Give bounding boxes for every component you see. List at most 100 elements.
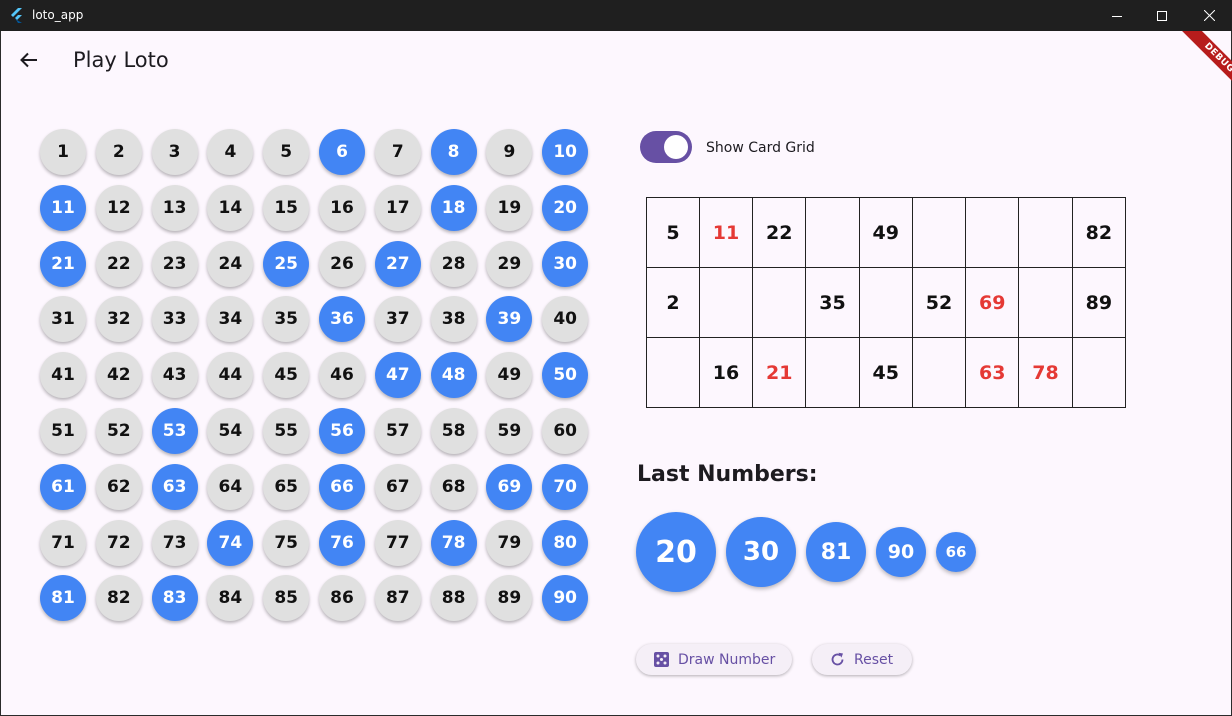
number-ball: 82 [95, 575, 142, 622]
card-cell: 22 [752, 197, 807, 268]
number-ball: 85 [263, 575, 310, 622]
close-icon [1203, 10, 1215, 21]
number-ball: 4 [207, 129, 254, 175]
show-card-grid-toggle[interactable] [640, 131, 692, 163]
reset-label: Reset [854, 651, 894, 668]
number-ball: 30 [542, 240, 589, 287]
number-ball: 12 [95, 184, 142, 231]
card-cell: 11 [698, 197, 754, 268]
toggle-knob [664, 135, 688, 159]
number-ball: 77 [374, 519, 421, 566]
loto-card-grid: 5 11 22 49 82 2 35 52 69 89 16 21 45 63 … [646, 197, 1127, 408]
number-ball: 29 [486, 240, 533, 287]
number-ball: 69 [486, 463, 533, 510]
card-cell [646, 337, 700, 408]
close-button[interactable] [1186, 0, 1232, 31]
number-ball: 86 [318, 575, 365, 622]
number-ball: 45 [263, 352, 310, 399]
toggle-label: Show Card Grid [706, 140, 815, 156]
number-ball: 84 [207, 575, 254, 622]
number-ball: 78 [430, 519, 477, 566]
last-number-ball: 30 [726, 517, 796, 587]
number-ball: 71 [40, 519, 86, 566]
number-ball: 79 [486, 519, 533, 566]
card-row: 5 11 22 49 82 [646, 197, 1127, 268]
number-ball: 35 [263, 296, 310, 343]
number-ball: 75 [263, 519, 310, 566]
number-ball: 53 [151, 407, 198, 454]
number-ball: 80 [542, 519, 589, 566]
card-cell [1018, 267, 1073, 338]
maximize-icon [1157, 10, 1167, 21]
number-ball: 27 [374, 240, 421, 287]
number-ball: 48 [430, 352, 477, 399]
number-ball: 8 [430, 129, 477, 175]
card-cell [965, 197, 1020, 268]
number-ball: 17 [374, 184, 421, 231]
back-button[interactable] [14, 45, 44, 75]
card-cell: 82 [1071, 197, 1127, 268]
card-cell [752, 267, 807, 338]
number-ball: 46 [318, 352, 365, 399]
debug-banner-label: DEBUG [1175, 31, 1232, 102]
card-cell [805, 197, 860, 268]
number-ball: 21 [40, 240, 86, 287]
last-numbers-heading: Last Numbers: [637, 462, 818, 487]
number-ball: 25 [263, 240, 310, 287]
card-cell [1018, 197, 1073, 268]
arrow-back-icon [20, 52, 37, 68]
number-ball: 54 [207, 407, 254, 454]
number-ball: 57 [374, 407, 421, 454]
number-ball: 14 [207, 184, 254, 231]
window-title-bar: loto_app [0, 0, 1232, 31]
number-ball: 60 [542, 407, 589, 454]
number-ball: 70 [542, 463, 589, 510]
number-ball: 43 [151, 352, 198, 399]
number-ball: 2 [95, 129, 142, 175]
number-ball: 83 [151, 575, 198, 622]
card-cell: 49 [858, 197, 913, 268]
refresh-icon [830, 652, 845, 667]
card-cell [858, 267, 913, 338]
number-ball: 58 [430, 407, 477, 454]
number-ball: 6 [318, 129, 365, 175]
minimize-button[interactable] [1094, 0, 1140, 31]
draw-number-button[interactable]: Draw Number [636, 644, 792, 675]
number-ball: 26 [318, 240, 365, 287]
number-ball: 19 [486, 184, 533, 231]
number-ball: 55 [263, 407, 310, 454]
card-cell [911, 337, 967, 408]
card-cell [1071, 337, 1127, 408]
number-ball: 20 [542, 184, 589, 231]
maximize-button[interactable] [1139, 0, 1185, 31]
card-cell: 63 [965, 337, 1020, 408]
card-cell: 45 [858, 337, 913, 408]
number-ball: 7 [374, 129, 421, 175]
minimize-icon [1112, 15, 1122, 17]
number-ball: 73 [151, 519, 198, 566]
number-ball: 64 [207, 463, 254, 510]
dice-icon [654, 652, 669, 667]
number-ball: 1 [40, 129, 86, 175]
number-ball: 68 [430, 463, 477, 510]
number-ball: 90 [542, 575, 589, 622]
number-ball: 37 [374, 296, 421, 343]
number-ball: 50 [542, 352, 589, 399]
last-number-ball: 90 [876, 527, 926, 577]
number-ball: 89 [486, 575, 533, 622]
number-ball: 62 [95, 463, 142, 510]
card-row: 2 35 52 69 89 [646, 267, 1127, 338]
card-cell: 89 [1071, 267, 1127, 338]
card-row: 16 21 45 63 78 [646, 337, 1127, 408]
number-ball: 38 [430, 296, 477, 343]
number-ball: 42 [95, 352, 142, 399]
number-ball: 16 [318, 184, 365, 231]
card-cell [805, 337, 860, 408]
card-cell [911, 197, 967, 268]
number-ball: 32 [95, 296, 142, 343]
number-ball: 61 [40, 463, 86, 510]
number-ball: 44 [207, 352, 254, 399]
draw-number-label: Draw Number [678, 651, 776, 668]
reset-button[interactable]: Reset [812, 644, 912, 675]
card-cell: 35 [805, 267, 860, 338]
